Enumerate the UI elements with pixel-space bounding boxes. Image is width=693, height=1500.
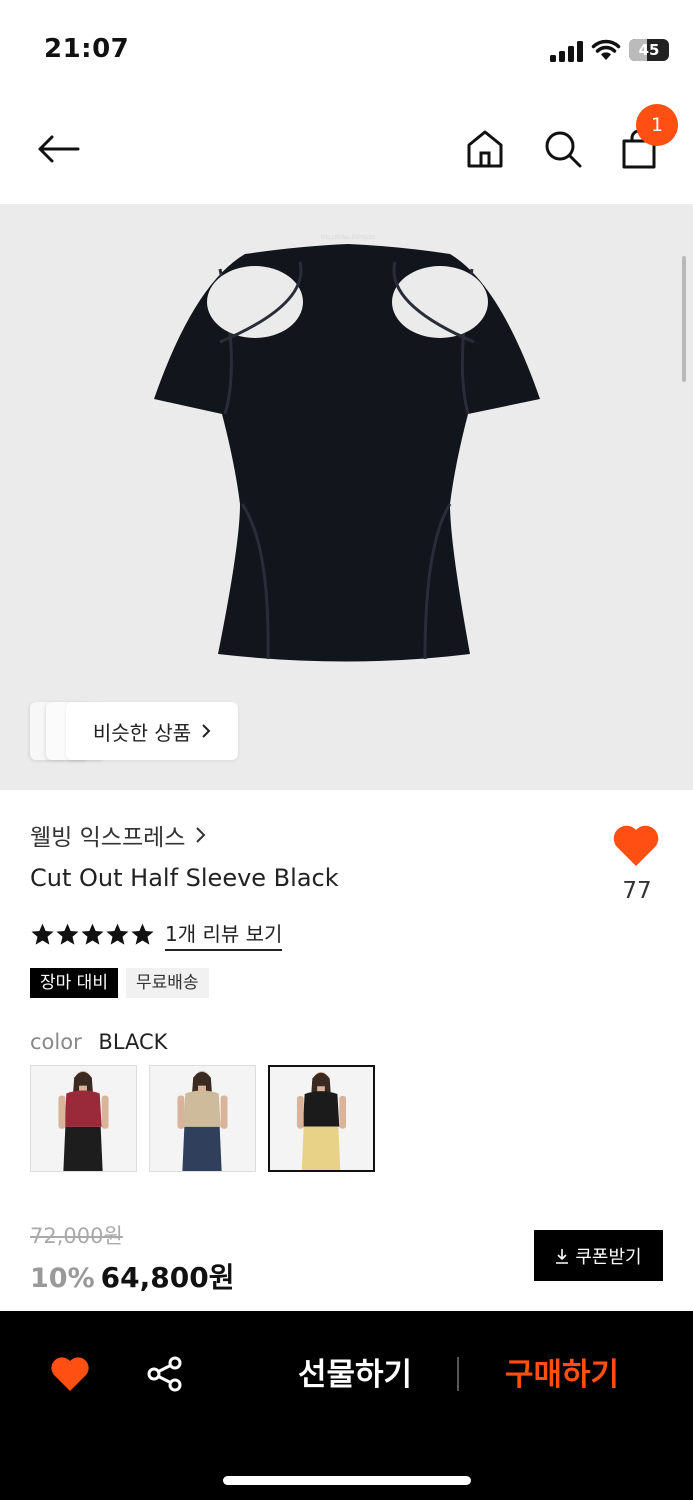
product-photo: WELLBEING EXPRESS [154,235,540,662]
color-swatch-black[interactable] [268,1065,375,1172]
star-icon [131,923,154,945]
final-price: 64,800원 [100,1261,235,1294]
color-swatch-beige[interactable] [149,1065,256,1172]
bottom-action-bar: 선물하기 구매하기 [0,1311,693,1500]
tag-free-shipping: 무료배송 [125,968,209,998]
discount-rate: 10% [30,1263,95,1294]
search-icon [545,131,582,168]
star-icon [31,923,54,945]
battery-icon: 45 [629,39,669,61]
home-icon [467,130,503,168]
color-swatch-red[interactable] [30,1065,137,1172]
star-rating [30,922,155,947]
status-time: 21:07 [44,34,130,64]
color-selector-label: color BLACK [30,1030,167,1054]
share-icon[interactable] [146,1355,184,1393]
action-divider [457,1357,459,1391]
color-swatches [30,1065,375,1172]
color-value: BLACK [98,1030,168,1054]
wifi-icon [591,39,621,60]
tag-list: 장마 대비 무료배송 [30,968,209,998]
like-count: 77 [622,878,652,904]
like-heart-icon[interactable] [612,822,660,868]
chevron-right-icon [202,724,211,738]
status-bar: 21:07 45 [0,0,693,100]
battery-level-text: 45 [638,41,660,59]
gift-button[interactable]: 선물하기 [280,1351,430,1399]
swatch-thumbnail [31,1066,136,1171]
star-icon [106,923,129,945]
buy-button[interactable]: 구매하기 [487,1351,637,1399]
search-button[interactable] [538,124,588,174]
coupon-label: 쿠폰받기 [575,1246,642,1268]
cart-count-badge: 1 [636,104,678,146]
scroll-indicator[interactable] [682,256,686,382]
top-navigation: 1 [0,100,693,204]
color-label: color [30,1030,82,1054]
brand-link[interactable]: 웰빙 익스프레스 [30,818,206,852]
price-row: 10% 64,800원 [30,1256,234,1296]
product-detail-page: 21:07 45 1 WELLBEING EXPRESS 비슷한 상품 웰빙 익… [0,0,693,1500]
home-indicator[interactable] [223,1476,471,1485]
tag-rainy-season: 장마 대비 [30,968,118,998]
similar-products-label: 비슷한 상품 [92,720,192,745]
rating-row: 1개 리뷰 보기 [30,918,283,951]
product-brand-label: WELLBEING EXPRESS [321,235,376,241]
arrow-left-icon [38,135,80,163]
star-icon [56,923,79,945]
review-link[interactable]: 1개 리뷰 보기 [165,918,283,951]
coupon-button[interactable]: 쿠폰받기 [534,1230,663,1281]
brand-name: 웰빙 익스프레스 [30,825,186,851]
similar-products-button[interactable]: 비슷한 상품 [66,702,238,760]
cellular-signal-icon [550,41,583,62]
swatch-thumbnail [270,1067,373,1170]
wishlist-heart-icon[interactable] [50,1355,90,1393]
home-button[interactable] [460,124,510,174]
product-image-area[interactable]: WELLBEING EXPRESS 비슷한 상품 [0,204,693,790]
chevron-right-icon [196,827,206,843]
swatch-thumbnail [150,1066,255,1171]
download-icon [556,1248,569,1264]
back-button[interactable] [30,124,86,174]
star-icon [81,923,104,945]
original-price: 72,000원 [30,1224,123,1248]
product-title: Cut Out Half Sleeve Black [30,864,339,892]
